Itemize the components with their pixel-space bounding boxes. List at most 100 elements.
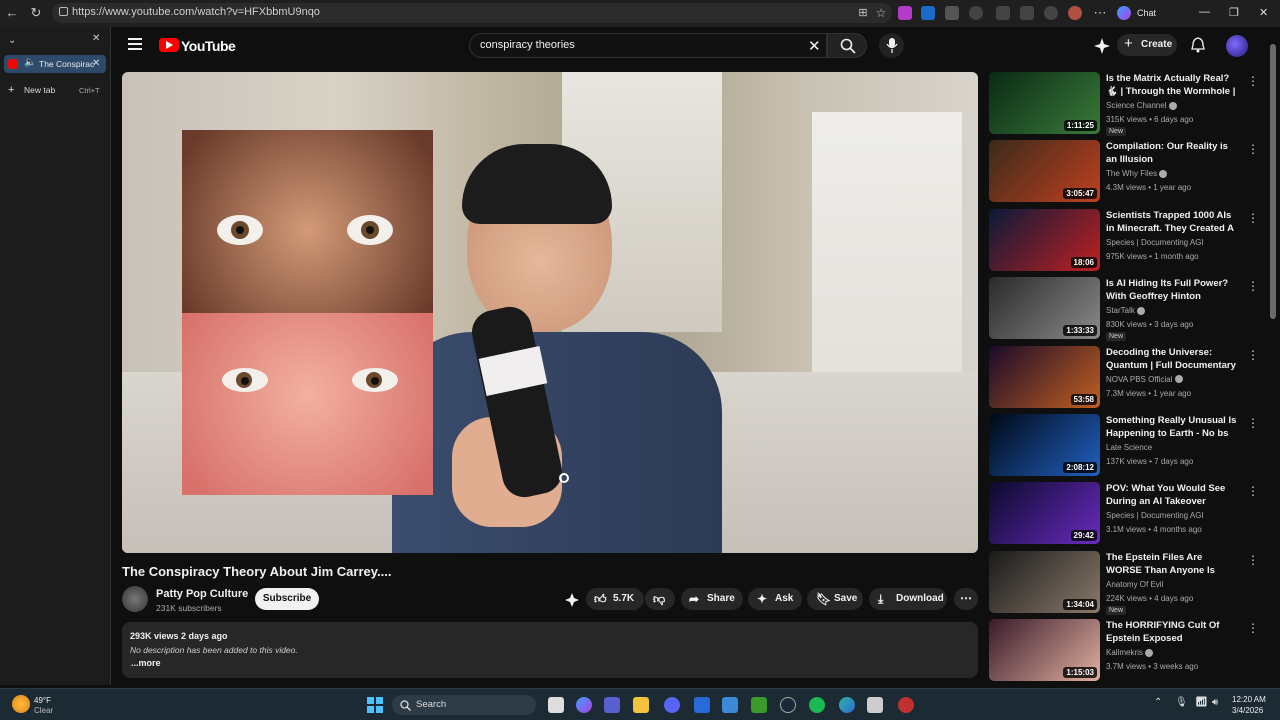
extensions-puzzle-icon[interactable] xyxy=(969,6,983,20)
more-vertical-icon[interactable]: ⋮ xyxy=(1247,621,1259,635)
recommendation-title[interactable]: POV: What You Would See During an AI Tak… xyxy=(1106,482,1240,508)
recommendation-item[interactable]: 29:42 POV: What You Would See During an A… xyxy=(989,482,1265,546)
store-icon[interactable] xyxy=(722,697,738,713)
more-vertical-icon[interactable]: ⋮ xyxy=(1247,142,1259,156)
recommendation-channel[interactable]: NOVA PBS Official xyxy=(1106,375,1183,384)
recommendation-channel[interactable]: StarTalk xyxy=(1106,306,1146,315)
start-windows-icon[interactable] xyxy=(367,697,383,713)
spotify-icon[interactable] xyxy=(809,697,825,713)
save-button[interactable]: 🔖︎ Save xyxy=(807,588,863,610)
history-icon[interactable] xyxy=(1044,6,1058,20)
recommendation-channel[interactable]: Kallmekris xyxy=(1106,648,1154,657)
favorites-icon[interactable] xyxy=(1020,6,1034,20)
youtube-logo-icon[interactable] xyxy=(159,38,179,52)
recommendation-channel[interactable]: Late Science xyxy=(1106,443,1152,452)
recommendation-item[interactable]: 2:08:12 Something Really Unusual Is Happe… xyxy=(989,414,1265,478)
file-explorer-icon[interactable] xyxy=(633,697,649,713)
video-thumbnail[interactable]: 1:33:33 xyxy=(989,277,1100,340)
search-box[interactable] xyxy=(469,33,827,58)
recommendation-channel[interactable]: Species | Documenting AGI xyxy=(1106,511,1204,520)
mic-tray-icon[interactable]: 🎙︎ xyxy=(1175,697,1188,708)
video-player[interactable] xyxy=(122,72,978,553)
back-icon[interactable]: ← xyxy=(4,5,20,21)
extension-icon[interactable] xyxy=(921,6,935,20)
subscribe-button[interactable]: Subscribe xyxy=(255,588,319,610)
show-more-link[interactable]: ...more xyxy=(131,658,161,668)
recommendation-title[interactable]: Decoding the Universe: Quantum | Full Do… xyxy=(1106,346,1240,373)
recommendation-item[interactable]: 1:11:25 Is the Matrix Actually Real? 🐇 | … xyxy=(989,72,1265,136)
site-info-icon[interactable] xyxy=(59,7,68,16)
taskbar-search[interactable]: Search xyxy=(392,695,536,715)
more-vertical-icon[interactable]: ⋮ xyxy=(1247,74,1259,88)
refresh-icon[interactable]: ↻ xyxy=(28,5,44,21)
hamburger-menu-icon[interactable] xyxy=(128,38,142,50)
video-thumbnail[interactable]: 2:08:12 xyxy=(989,414,1100,476)
recommendation-channel[interactable]: The Why Files xyxy=(1106,169,1168,178)
recommendation-item[interactable]: 18:06 Scientists Trapped 1000 AIs in Mine… xyxy=(989,208,1265,273)
recommendation-item[interactable]: 1:34:04 The Epstein Files Are WORSE Than … xyxy=(989,550,1265,615)
recommendation-channel[interactable]: Species | Documenting AGI xyxy=(1106,238,1204,247)
more-vertical-icon[interactable]: ⋮ xyxy=(1247,211,1259,225)
close-tab-icon[interactable]: ✕ xyxy=(92,58,100,69)
restore-icon[interactable]: ❐ xyxy=(1229,6,1239,19)
share-button[interactable]: ➦ Share xyxy=(681,588,743,610)
speaker-icon[interactable]: 🔈 xyxy=(24,57,36,68)
account-avatar[interactable] xyxy=(1226,35,1248,57)
clock-time[interactable]: 12:20 AM xyxy=(1232,695,1266,704)
more-vertical-icon[interactable]: ⋮ xyxy=(1247,348,1259,362)
voice-search-button[interactable] xyxy=(879,33,904,58)
clear-search-icon[interactable]: ✕ xyxy=(808,37,821,55)
task-view-icon[interactable] xyxy=(548,697,564,713)
youtube-brand[interactable]: YouTube xyxy=(181,38,236,54)
scrollbar-thumb[interactable] xyxy=(1270,44,1276,319)
video-thumbnail[interactable]: 1:15:03 xyxy=(989,619,1100,682)
recommendation-title[interactable]: The Epstein Files Are WORSE Than Anyone … xyxy=(1106,551,1240,578)
recommendation-channel[interactable]: Anatomy Of Evil xyxy=(1106,580,1163,589)
clock-date[interactable]: 3/4/2026 xyxy=(1232,706,1263,715)
wifi-icon[interactable]: 📶︎ xyxy=(1195,697,1208,708)
recommendation-item[interactable]: 1:33:33 Is AI Hiding Its Full Power? With… xyxy=(989,277,1265,342)
video-thumbnail[interactable]: 53:58 xyxy=(989,345,1100,408)
copilot-icon[interactable] xyxy=(1117,6,1131,20)
chevron-down-icon[interactable]: ⌄ xyxy=(8,35,16,46)
new-tab-button[interactable]: New tab xyxy=(24,85,55,95)
volume-icon[interactable]: 🔊︎ xyxy=(1212,697,1218,708)
minecraft-icon[interactable] xyxy=(751,697,767,713)
create-button[interactable]: + Create xyxy=(1117,34,1177,56)
more-vertical-icon[interactable]: ⋮ xyxy=(1247,553,1259,567)
recommendation-item[interactable]: 3:05:47 Compilation: Our Reality is an Il… xyxy=(989,140,1265,204)
tab-active[interactable]: 🔈 The Conspirac ✕ xyxy=(4,55,106,73)
video-thumbnail[interactable]: 29:42 xyxy=(989,482,1100,545)
like-button[interactable]: 👍︎ 5.7K xyxy=(586,588,644,610)
profile-avatar[interactable] xyxy=(1068,6,1082,20)
pin-sidebar-icon[interactable]: ✕ xyxy=(92,33,100,44)
download-button[interactable]: ⤓ Download xyxy=(869,588,947,610)
edge-icon[interactable] xyxy=(839,697,855,713)
browser-essentials-icon[interactable] xyxy=(996,6,1010,20)
extension-icon[interactable] xyxy=(898,6,912,20)
channel-name[interactable]: Patty Pop Culture xyxy=(156,588,248,600)
recommendation-channel[interactable]: Science Channel xyxy=(1106,101,1177,110)
more-vertical-icon[interactable]: ⋮ xyxy=(1247,484,1259,498)
recommendation-title[interactable]: Something Really Unusual Is Happening to… xyxy=(1106,414,1240,440)
recommendation-title[interactable]: Scientists Trapped 1000 AIs in Minecraft… xyxy=(1106,209,1240,236)
notifications-bell-icon[interactable] xyxy=(1191,37,1205,53)
close-window-icon[interactable]: ✕ xyxy=(1259,6,1268,19)
app-available-icon[interactable]: ⊞ xyxy=(855,5,871,21)
more-menu-icon[interactable]: ⋯ xyxy=(1092,5,1108,21)
teams-icon[interactable] xyxy=(604,697,620,713)
minimize-icon[interactable]: — xyxy=(1199,6,1210,18)
recommendation-title[interactable]: Compilation: Our Reality is an Illusion xyxy=(1106,140,1240,166)
description-box[interactable]: 293K views 2 days ago No description has… xyxy=(122,622,978,678)
gemini-sparkle-icon[interactable] xyxy=(1094,38,1110,54)
chevron-up-icon[interactable]: ⌃ xyxy=(1154,697,1162,708)
channel-avatar[interactable] xyxy=(122,586,148,612)
weather-moon-icon[interactable] xyxy=(12,695,30,713)
video-thumbnail[interactable]: 3:05:47 xyxy=(989,140,1100,203)
ask-button[interactable]: ✦ Ask xyxy=(748,588,802,610)
chat-label[interactable]: Chat xyxy=(1137,8,1156,18)
shield-icon[interactable] xyxy=(945,6,959,20)
opera-gx-icon[interactable] xyxy=(898,697,914,713)
editor-icon[interactable] xyxy=(694,697,710,713)
video-thumbnail[interactable]: 1:11:25 xyxy=(989,72,1100,134)
